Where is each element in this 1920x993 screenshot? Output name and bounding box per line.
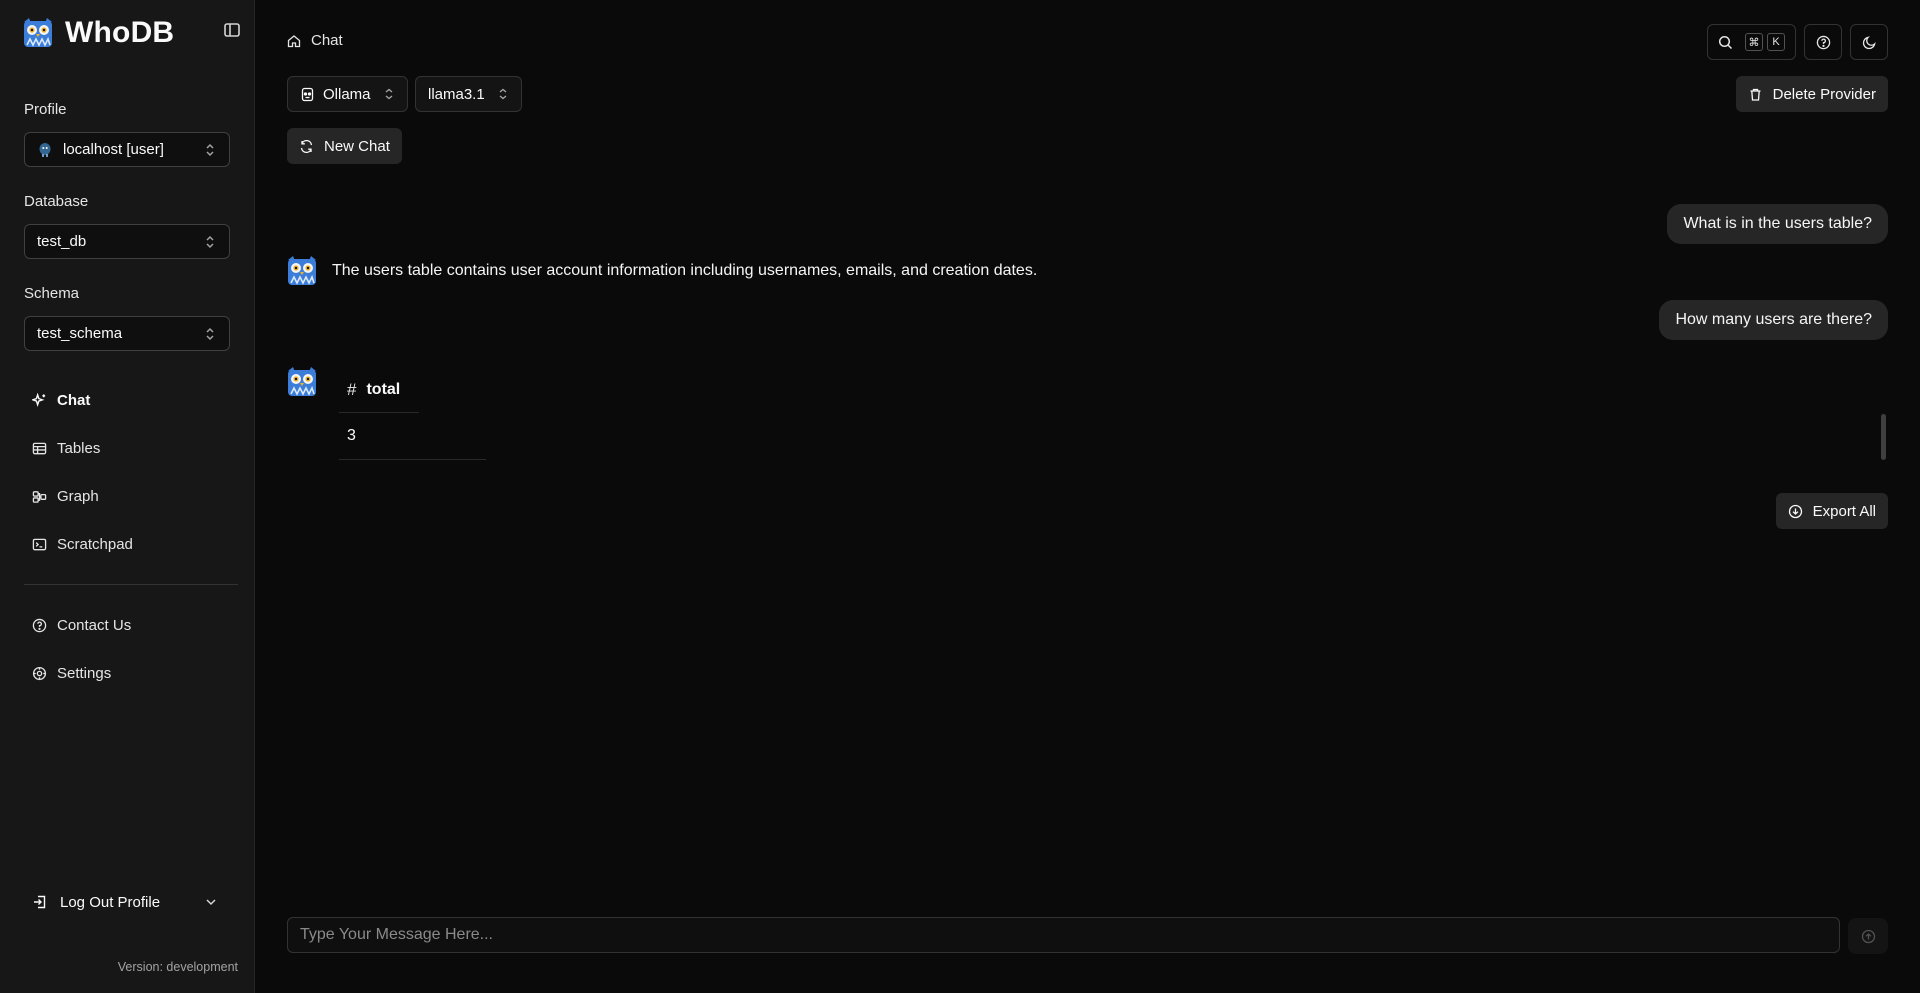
assistant-avatar-owl-icon — [288, 256, 316, 285]
ollama-icon — [301, 87, 314, 101]
shortcut-key: K — [1767, 33, 1785, 51]
message-text: What is in the users table? — [1683, 215, 1872, 232]
model-select[interactable]: llama3.1 — [415, 76, 522, 112]
logout-profile-button[interactable]: Log Out Profile — [24, 884, 230, 920]
sparkles-icon — [32, 392, 46, 407]
theme-toggle-button[interactable] — [1850, 24, 1888, 60]
sidebar-item-scratchpad[interactable]: Scratchpad — [24, 526, 238, 562]
sidebar-item-graph[interactable]: Graph — [24, 478, 238, 514]
sidebar: WhoDB Profile localhost [user] Database … — [0, 0, 255, 993]
help-circle-icon — [32, 618, 47, 632]
new-chat-button[interactable]: New Chat — [287, 128, 402, 164]
help-button[interactable] — [1804, 24, 1842, 60]
breadcrumb-label: Chat — [311, 32, 343, 49]
sidebar-item-label: Tables — [57, 439, 101, 457]
export-all-label: Export All — [1812, 502, 1876, 520]
message-text: How many users are there? — [1675, 311, 1872, 328]
send-button[interactable] — [1848, 918, 1888, 954]
column-header: total — [366, 380, 401, 398]
user-message: How many users are there? — [1659, 300, 1888, 340]
search-button[interactable]: ⌘ K — [1707, 24, 1796, 60]
assistant-avatar-owl-icon — [288, 367, 316, 396]
trash-icon — [1750, 88, 1761, 101]
chevrons-up-down-icon — [206, 235, 214, 249]
database-select[interactable]: test_db — [24, 224, 230, 259]
chat-input[interactable]: Type Your Message Here... — [287, 917, 1840, 953]
sidebar-item-chat[interactable]: Chat — [24, 382, 238, 418]
send-icon — [1861, 929, 1875, 943]
schema-value: test_schema — [37, 325, 123, 342]
chevron-down-icon[interactable] — [204, 895, 218, 909]
brand[interactable]: WhoDB — [23, 16, 174, 50]
breadcrumb[interactable]: Chat — [287, 32, 343, 49]
log-out-icon — [34, 895, 46, 909]
chevrons-up-down-icon — [385, 88, 392, 100]
scrollbar-thumb[interactable] — [1881, 414, 1886, 460]
main-content: Chat ⌘ K Ollama llama3.1 Delete Provider… — [255, 0, 1920, 993]
profile-select[interactable]: localhost [user] — [24, 132, 230, 167]
model-value: llama3.1 — [428, 85, 485, 103]
database-value: test_db — [37, 233, 87, 250]
cell-value: 3 — [347, 427, 356, 444]
profile-label: Profile — [24, 101, 67, 118]
delete-provider-label: Delete Provider — [1772, 85, 1876, 103]
sidebar-item-label: Chat — [57, 391, 91, 409]
top-actions: ⌘ K — [1707, 24, 1888, 60]
chevrons-up-down-icon — [499, 88, 507, 100]
refresh-icon — [300, 139, 313, 153]
chevrons-up-down-icon — [206, 327, 214, 341]
provider-select[interactable]: Ollama — [287, 76, 408, 112]
sidebar-item-tables[interactable]: Tables — [24, 430, 238, 466]
graph-icon — [32, 490, 47, 503]
schema-label: Schema — [24, 285, 80, 302]
postgres-icon — [39, 142, 51, 157]
assistant-message-text: The users table contains user account in… — [332, 262, 1038, 279]
export-all-button[interactable]: Export All — [1775, 493, 1888, 529]
result-table: # total 3 — [339, 367, 486, 460]
owl-logo-icon — [24, 18, 52, 47]
moon-icon — [1862, 35, 1876, 49]
sidebar-item-label: Contact Us — [57, 616, 132, 634]
app-root: WhoDB Profile localhost [user] Database … — [0, 0, 1920, 993]
terminal-icon — [32, 538, 47, 550]
sidebar-item-label: Scratchpad — [57, 535, 133, 553]
provider-value: Ollama — [323, 85, 371, 103]
sidebar-divider — [24, 584, 238, 585]
search-icon — [1718, 35, 1733, 49]
shortcut-key: ⌘ — [1745, 33, 1763, 51]
column-type-icon: # — [347, 379, 357, 399]
help-circle-icon — [1816, 35, 1830, 49]
table-icon — [32, 442, 47, 454]
table-header[interactable]: # total — [339, 367, 419, 413]
table-cell[interactable]: 3 — [339, 413, 486, 460]
new-chat-label: New Chat — [324, 137, 390, 155]
sidebar-item-label: Graph — [57, 487, 99, 505]
profile-value: localhost [user] — [63, 141, 164, 158]
user-message: What is in the users table? — [1667, 204, 1888, 244]
delete-provider-button[interactable]: Delete Provider — [1735, 76, 1888, 112]
gear-icon — [32, 666, 47, 680]
schema-select[interactable]: test_schema — [24, 316, 230, 351]
database-label: Database — [24, 193, 89, 210]
logout-label: Log Out Profile — [60, 893, 161, 911]
download-circle-icon — [1788, 504, 1802, 518]
chevrons-up-down-icon — [206, 143, 214, 157]
sidebar-item-settings[interactable]: Settings — [24, 655, 238, 691]
home-icon — [287, 34, 301, 47]
version-text: Version: development — [117, 960, 238, 974]
sidebar-item-label: Settings — [57, 664, 112, 682]
chat-input-placeholder: Type Your Message Here... — [300, 926, 493, 943]
sidebar-toggle-icon[interactable] — [222, 20, 242, 40]
app-title: WhoDB — [65, 16, 175, 49]
sidebar-item-contact-us[interactable]: Contact Us — [24, 607, 238, 643]
